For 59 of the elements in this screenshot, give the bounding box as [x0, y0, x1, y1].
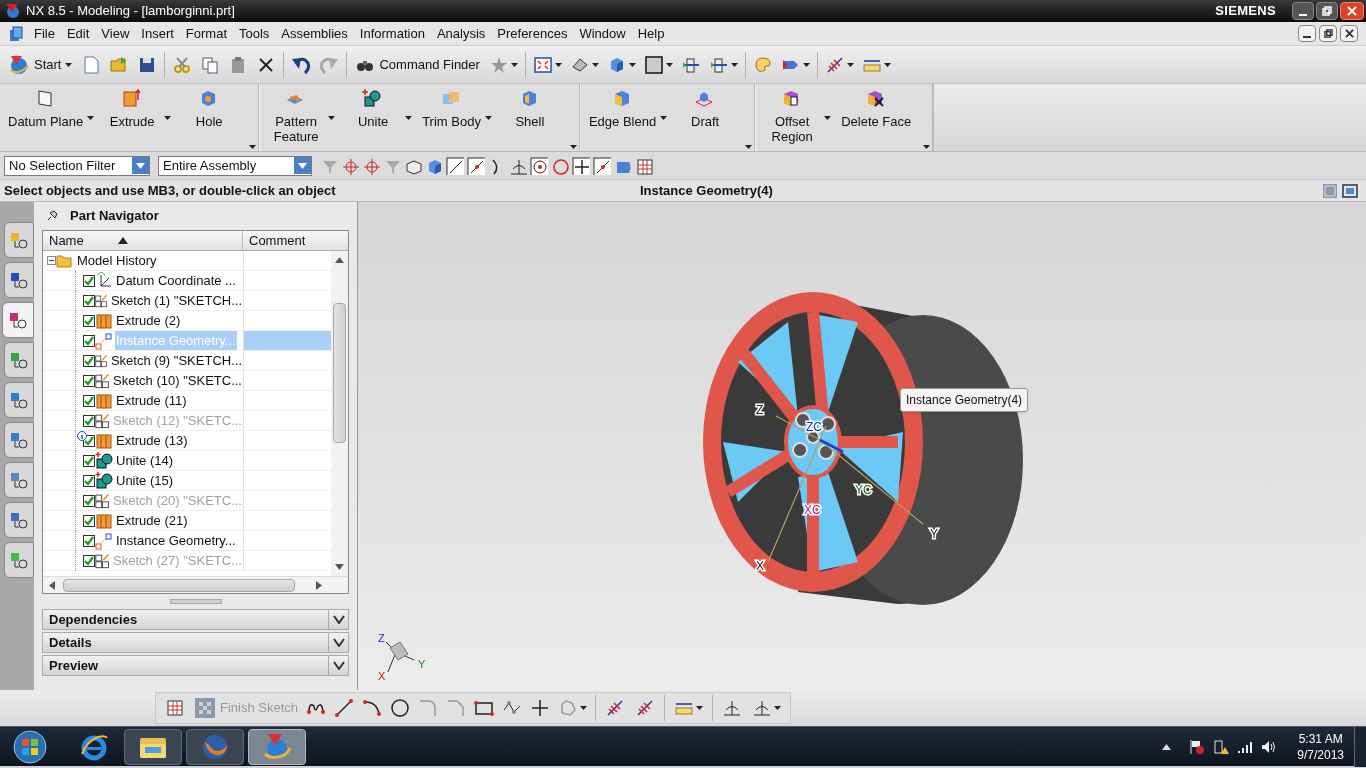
- menu-item[interactable]: Edit: [60, 23, 96, 44]
- axis-label: ZC: [806, 420, 822, 434]
- start-button[interactable]: Start: [4, 49, 77, 80]
- draft-button[interactable]: Draft: [673, 88, 738, 129]
- panel-title: Part Navigator: [70, 207, 159, 226]
- selection-scope-dropdown[interactable]: Entire Assembly: [158, 155, 312, 176]
- axis-label: Z: [756, 403, 764, 417]
- window-title: NX 8.5 - Modeling - [lamborginni.prt]: [26, 2, 235, 21]
- axis-label: X: [756, 559, 764, 573]
- tree-item[interactable]: Extrude (2): [115, 310, 182, 331]
- unite-button[interactable]: Unite: [341, 88, 406, 129]
- menu-item[interactable]: Window: [573, 23, 632, 44]
- tree-item[interactable]: Sketch (9) "SKETCH...: [109, 350, 243, 371]
- trim-body-button[interactable]: Trim Body: [418, 88, 485, 129]
- axis-label: X: [378, 670, 386, 682]
- hole-button[interactable]: Hole: [177, 88, 242, 129]
- brand-name: SIEMENS: [1215, 2, 1276, 21]
- column-header[interactable]: Name: [43, 231, 243, 250]
- offset-region-button[interactable]: Offset Region: [760, 88, 825, 144]
- menu-item[interactable]: File: [28, 23, 61, 44]
- tree-item[interactable]: Extrude (11): [115, 390, 188, 411]
- shell-button[interactable]: Shell: [497, 88, 562, 129]
- collapsible-panel-header[interactable]: Details: [42, 632, 349, 653]
- menu-item[interactable]: View: [95, 23, 136, 44]
- menu-item[interactable]: Tools: [233, 23, 276, 44]
- menu-item[interactable]: Format: [179, 23, 233, 44]
- tree-item[interactable]: Datum Coordinate ...: [115, 270, 237, 291]
- menu-item[interactable]: Help: [631, 23, 671, 44]
- status-line: Instance Geometry(4): [639, 181, 773, 200]
- axis-label: Z: [378, 632, 385, 644]
- tree-item[interactable]: Sketch (1) "SKETCH...: [109, 290, 243, 311]
- cue-line: Select objects and use MB3, or double-click an object: [3, 181, 337, 200]
- menu-item[interactable]: Preferences: [491, 23, 574, 44]
- axis-label: Y: [418, 658, 426, 670]
- axis-label: Y: [930, 527, 938, 541]
- selection-filter-dropdown[interactable]: No Selection Filter: [4, 155, 150, 176]
- tree-item[interactable]: Extrude (13): [115, 430, 189, 451]
- menu-item[interactable]: Insert: [135, 23, 180, 44]
- menu-item[interactable]: Information: [353, 23, 431, 44]
- axis-label: YC: [855, 483, 872, 497]
- clock[interactable]: 5:31 AM 9/7/2013: [1297, 730, 1344, 763]
- menu-item[interactable]: Assemblies: [275, 23, 354, 44]
- menu-item[interactable]: Analysis: [430, 23, 492, 44]
- tree-item[interactable]: Unite (14): [115, 450, 175, 471]
- tree-item[interactable]: Instance Geometry...: [115, 530, 237, 551]
- delete-face-button[interactable]: Delete Face: [837, 88, 916, 129]
- collapsible-panel-header[interactable]: Dependencies: [42, 609, 349, 630]
- tree-item[interactable]: Unite (15): [115, 470, 175, 491]
- extrude-button[interactable]: Extrude: [100, 88, 165, 129]
- tree-item[interactable]: Extrude (21): [115, 510, 189, 531]
- command-finder-button[interactable]: Command Finder: [351, 49, 484, 80]
- collapsible-panel-header[interactable]: Preview: [42, 655, 349, 676]
- column-header[interactable]: Comment: [243, 231, 348, 250]
- pattern-feature-button[interactable]: Pattern Feature: [264, 88, 329, 144]
- datum-plane-button[interactable]: Datum Plane: [4, 88, 88, 129]
- edge-blend-button[interactable]: Edge Blend: [584, 88, 661, 129]
- tree-item[interactable]: Sketch (10) "SKETC...: [112, 370, 243, 391]
- tree-item[interactable]: Model History: [77, 251, 157, 271]
- tooltip: Instance Geometry(4): [900, 388, 1029, 412]
